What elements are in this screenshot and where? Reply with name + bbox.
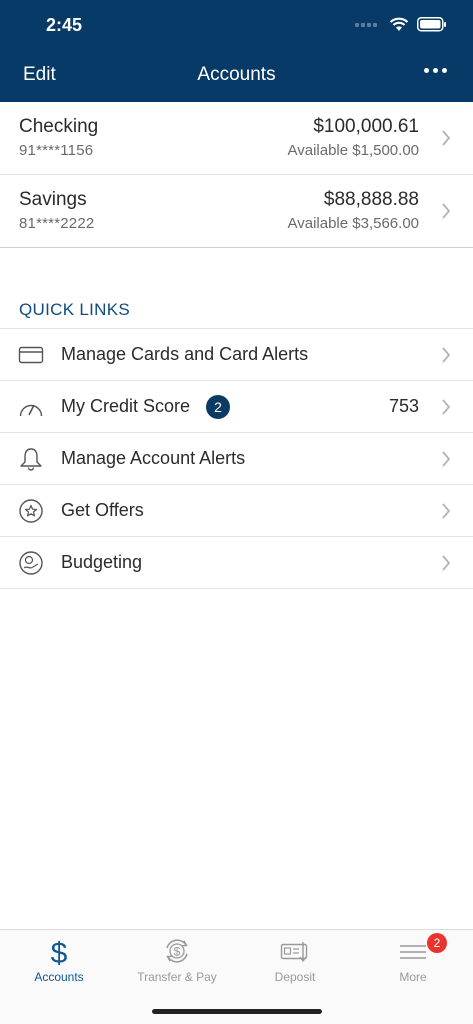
dollar-icon: $ [51,937,68,966]
battery-icon [417,17,446,32]
svg-text:$: $ [174,945,181,959]
cellular-signal-icon [355,22,377,27]
chevron-right-icon [442,347,451,363]
account-balance: $88,888.88 [323,189,419,210]
chevron-right-icon [442,203,451,219]
chevron-right-icon [442,130,451,146]
account-available: Available $1,500.00 [287,142,420,159]
account-balance: $100,000.61 [313,116,419,137]
quick-link-label: My Credit Score [61,396,191,416]
top-header: 2:45 Edit Accounts [0,0,473,102]
quick-link-budgeting[interactable]: Budgeting [0,537,473,589]
home-indicator [152,1009,322,1014]
more-options-icon[interactable] [424,68,447,73]
account-name: Savings [19,189,87,210]
account-row-savings[interactable]: Savings 81****2222 $88,888.88 Available … [0,175,473,248]
quick-link-label: Get Offers [61,500,144,520]
status-time: 2:45 [46,15,83,35]
account-name: Checking [19,116,99,137]
budget-icon [19,551,43,575]
chevron-right-icon [442,555,451,571]
account-row-checking[interactable]: Checking 91****1156 $100,000.61 Availabl… [0,102,473,175]
quick-link-manage-cards[interactable]: Manage Cards and Card Alerts [0,329,473,381]
status-icons [355,17,447,32]
tab-deposit[interactable]: Deposit [236,930,354,990]
credit-score-value: 753 [388,396,419,416]
credit-score-badge: 2 [206,395,230,419]
chevron-right-icon [442,399,451,415]
quick-link-label: Manage Cards and Card Alerts [61,344,309,364]
svg-text:$: $ [51,937,68,966]
tab-label: More [399,970,427,984]
star-icon [19,499,43,523]
tab-label: Accounts [34,970,84,984]
quick-link-get-offers[interactable]: Get Offers [0,485,473,537]
tab-more[interactable]: 2 More [354,930,472,990]
gauge-icon [19,404,43,417]
quick-link-label: Manage Account Alerts [61,448,246,468]
tab-transfer-pay[interactable]: $ Transfer & Pay [118,930,236,990]
menu-icon [400,945,426,959]
quick-link-account-alerts[interactable]: Manage Account Alerts [0,433,473,485]
wifi-icon [389,17,409,31]
chevron-right-icon [442,451,451,467]
account-number: 81****2222 [19,215,95,232]
quick-link-label: Budgeting [61,552,143,572]
transfer-icon: $ [166,939,188,963]
bell-icon [20,448,42,471]
card-icon [18,346,44,364]
account-number: 91****1156 [19,142,94,159]
quick-links-heading: QUICK LINKS [19,300,130,319]
notification-badge: 2 [427,933,447,953]
quick-link-credit-score[interactable]: My Credit Score 2 753 [0,381,473,433]
account-available: Available $3,566.00 [287,215,420,232]
tab-accounts[interactable]: $ Accounts [0,930,118,990]
tab-label: Deposit [274,970,316,984]
deposit-check-icon [280,942,308,963]
page-title: Accounts [197,64,276,85]
tab-label: Transfer & Pay [137,970,217,984]
chevron-right-icon [442,503,451,519]
